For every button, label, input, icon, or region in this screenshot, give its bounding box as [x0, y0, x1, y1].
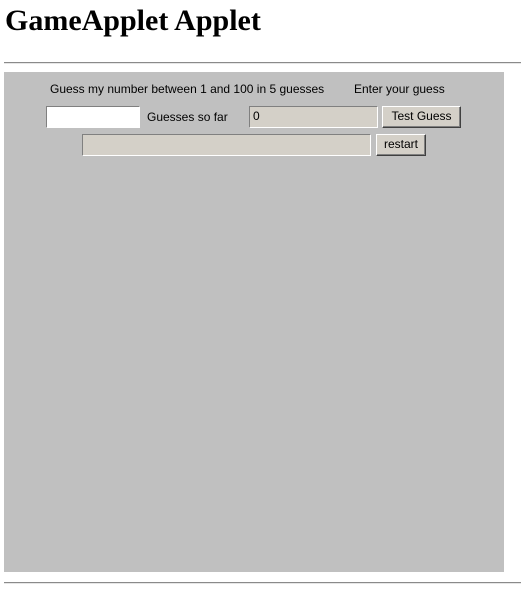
- game-applet-panel: Guess my number between 1 and 100 in 5 g…: [4, 72, 504, 572]
- guesses-count-field[interactable]: 0: [249, 106, 378, 128]
- guesses-so-far-label: Guesses so far: [147, 110, 228, 124]
- guess-input[interactable]: [46, 106, 140, 128]
- page-title: GameApplet Applet: [5, 4, 261, 37]
- test-guess-button[interactable]: Test Guess: [382, 106, 461, 128]
- message-field[interactable]: [82, 134, 371, 156]
- instructions-label: Guess my number between 1 and 100 in 5 g…: [50, 82, 325, 96]
- bottom-divider: [4, 582, 521, 584]
- restart-button[interactable]: restart: [376, 134, 426, 156]
- top-divider: [4, 62, 521, 64]
- enter-guess-label: Enter your guess: [354, 82, 445, 96]
